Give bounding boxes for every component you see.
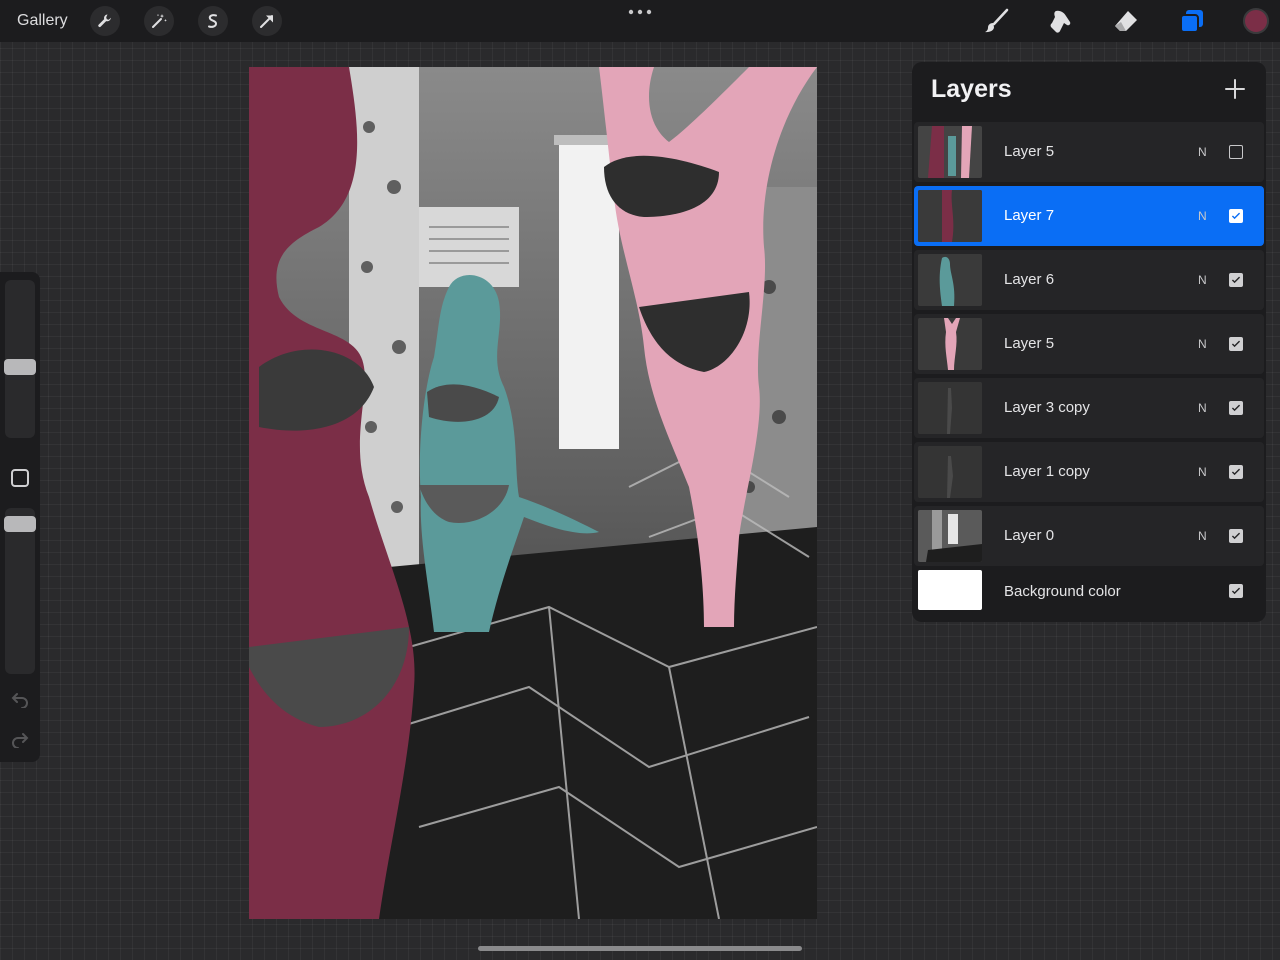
layer-name: Layer 1 copy — [1004, 463, 1090, 480]
add-layer-icon[interactable] — [1222, 76, 1248, 102]
layer-row[interactable]: Layer 5 N — [914, 314, 1264, 374]
visibility-checkbox[interactable] — [1229, 209, 1243, 223]
layer-row[interactable]: Layer 0 N — [914, 506, 1264, 566]
blend-mode-button[interactable]: N — [1198, 337, 1207, 351]
home-indicator — [478, 946, 802, 951]
blend-mode-button[interactable]: N — [1198, 401, 1207, 415]
layer-name: Layer 6 — [1004, 271, 1055, 288]
layer-name: Background color — [1004, 583, 1121, 600]
transform-arrow-icon[interactable] — [252, 6, 282, 36]
background-color-row[interactable]: Background color — [914, 564, 1264, 616]
visibility-checkbox[interactable] — [1229, 465, 1243, 479]
background-color-swatch[interactable] — [918, 570, 982, 610]
blend-mode-button[interactable]: N — [1198, 273, 1207, 287]
blend-mode-button[interactable]: N — [1198, 465, 1207, 479]
smudge-icon[interactable] — [1046, 7, 1074, 35]
layer-row-selected[interactable]: Layer 7 N — [914, 186, 1264, 246]
magic-wand-icon[interactable] — [144, 6, 174, 36]
layer-thumbnail — [918, 190, 982, 242]
blend-mode-button[interactable]: N — [1198, 145, 1207, 159]
blend-mode-button[interactable]: N — [1198, 209, 1207, 223]
blend-mode-button[interactable]: N — [1198, 529, 1207, 543]
redo-icon[interactable] — [10, 728, 30, 748]
layer-name: Layer 5 — [1004, 335, 1055, 352]
layer-thumbnail — [918, 382, 982, 434]
visibility-checkbox[interactable] — [1229, 145, 1243, 159]
layers-icon[interactable] — [1178, 7, 1206, 35]
layer-row[interactable]: Layer 1 copy N — [914, 442, 1264, 502]
gallery-button[interactable]: Gallery — [17, 12, 68, 30]
left-sidebar — [0, 272, 40, 762]
layers-panel: Layers Layer 5 N Layer 7 N Layer 6 N Lay… — [912, 62, 1266, 622]
top-toolbar: Gallery — [0, 0, 1280, 42]
brush-size-thumb[interactable] — [4, 359, 36, 375]
visibility-checkbox[interactable] — [1229, 273, 1243, 287]
selection-icon[interactable] — [198, 6, 228, 36]
layer-thumbnail — [918, 126, 982, 178]
layer-name: Layer 7 — [1004, 207, 1055, 224]
layer-name: Layer 0 — [1004, 527, 1055, 544]
layer-thumbnail — [918, 446, 982, 498]
undo-icon[interactable] — [10, 688, 30, 708]
opacity-slider[interactable] — [5, 508, 35, 674]
more-options-icon[interactable] — [628, 9, 652, 15]
visibility-checkbox[interactable] — [1229, 529, 1243, 543]
layer-thumbnail — [918, 254, 982, 306]
visibility-checkbox[interactable] — [1229, 584, 1243, 598]
visibility-checkbox[interactable] — [1229, 337, 1243, 351]
layer-row[interactable]: Layer 5 N — [914, 122, 1264, 182]
layer-thumbnail — [918, 318, 982, 370]
visibility-checkbox[interactable] — [1229, 401, 1243, 415]
layer-name: Layer 3 copy — [1004, 399, 1090, 416]
drawing-canvas[interactable] — [249, 67, 817, 919]
layer-row[interactable]: Layer 6 N — [914, 250, 1264, 310]
brush-icon[interactable] — [982, 7, 1010, 35]
layers-panel-title: Layers — [931, 75, 1012, 103]
wrench-icon[interactable] — [90, 6, 120, 36]
color-picker-button[interactable] — [1243, 8, 1269, 34]
layer-row[interactable]: Layer 3 copy N — [914, 378, 1264, 438]
eraser-icon[interactable] — [1112, 7, 1140, 35]
opacity-thumb[interactable] — [4, 516, 36, 532]
layer-thumbnail — [918, 510, 982, 562]
layer-name: Layer 5 — [1004, 143, 1055, 160]
modify-button[interactable] — [11, 469, 29, 487]
